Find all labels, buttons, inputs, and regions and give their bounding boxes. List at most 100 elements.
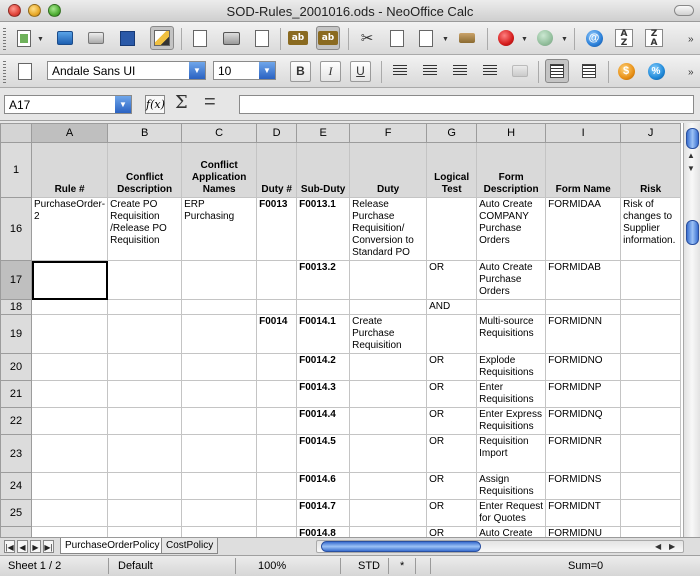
cell-d25[interactable] [256, 499, 298, 527]
first-sheet-icon[interactable]: |◀ [4, 540, 15, 553]
row-header[interactable]: 26 [0, 526, 32, 537]
row-header[interactable]: 24 [0, 472, 32, 500]
new-document-button[interactable] [12, 26, 36, 50]
percent-format-button[interactable]: % [644, 59, 668, 83]
cell-b26[interactable] [107, 526, 183, 537]
cell-c21[interactable] [181, 380, 258, 408]
cell-h17[interactable]: Auto Create Purchase Orders [476, 260, 547, 300]
cell-c23[interactable] [181, 434, 258, 473]
cell-e16[interactable]: F0013.1 [296, 197, 351, 261]
redo-button[interactable] [533, 26, 557, 50]
column-header-e[interactable]: E [296, 123, 351, 143]
name-box[interactable]: A17 ▼ [4, 95, 132, 114]
align-left-button[interactable] [388, 59, 412, 83]
vertical-scroll-thumb[interactable] [686, 220, 699, 245]
bold-button[interactable]: B [290, 61, 311, 82]
scroll-left-arrow-icon[interactable]: ◀ [655, 541, 661, 552]
justify-button[interactable] [478, 59, 502, 83]
cell-a22[interactable] [30, 407, 109, 435]
cell-j26[interactable] [620, 526, 682, 537]
chevron-down-icon[interactable]: ▼ [259, 62, 275, 79]
cell-g20[interactable]: OR [426, 353, 478, 381]
cell-i18[interactable] [545, 299, 622, 315]
cell-i22[interactable]: FORMIDNQ [545, 407, 622, 435]
header-cell[interactable]: Sub-Duty [296, 142, 351, 198]
cell-a18[interactable] [30, 299, 109, 315]
copy-button[interactable] [385, 26, 409, 50]
cell-c24[interactable] [181, 472, 258, 500]
cell-f26[interactable] [349, 526, 428, 537]
column-header-d[interactable]: D [256, 123, 298, 143]
cell-c18[interactable] [181, 299, 258, 315]
cell-g22[interactable]: OR [426, 407, 478, 435]
wrap-text-button[interactable] [545, 59, 569, 83]
cell-g16[interactable] [426, 197, 478, 261]
cell-e19[interactable]: F0014.1 [296, 314, 351, 354]
cell-g24[interactable]: OR [426, 472, 478, 500]
cell-c16[interactable]: ERP Purchasing [181, 197, 258, 261]
header-cell[interactable]: Conflict Description [107, 142, 183, 198]
cell-a25[interactable] [30, 499, 109, 527]
cell-e22[interactable]: F0014.4 [296, 407, 351, 435]
cell-h20[interactable]: Explode Requisitions [476, 353, 547, 381]
cell-j21[interactable] [620, 380, 682, 408]
vertical-align-button[interactable] [577, 59, 601, 83]
merge-cells-button[interactable] [508, 59, 532, 83]
toolbar-grip-icon[interactable] [3, 61, 6, 83]
cell-e18[interactable] [296, 299, 351, 315]
cell-a19[interactable] [30, 314, 109, 354]
cell-j20[interactable] [620, 353, 682, 381]
page-style-status[interactable]: Default [118, 560, 153, 572]
toolbar-toggle-button[interactable] [674, 5, 694, 16]
cell-g19[interactable] [426, 314, 478, 354]
cell-j22[interactable] [620, 407, 682, 435]
cell-c26[interactable] [181, 526, 258, 537]
paste-dropdown-icon[interactable]: ▼ [442, 36, 449, 43]
cell-b21[interactable] [107, 380, 183, 408]
cell-c17[interactable] [181, 260, 258, 300]
align-center-button[interactable] [418, 59, 442, 83]
cell-c20[interactable] [181, 353, 258, 381]
function-button[interactable]: = [204, 91, 216, 114]
header-cell[interactable]: Form Name [545, 142, 622, 198]
cell-c22[interactable] [181, 407, 258, 435]
autospellcheck-button[interactable]: ab [316, 26, 340, 50]
cell-g21[interactable]: OR [426, 380, 478, 408]
cell-i19[interactable]: FORMIDNN [545, 314, 622, 354]
sheet-tab-costpolicy[interactable]: CostPolicy [161, 538, 219, 554]
cell-f21[interactable] [349, 380, 428, 408]
horizontal-scroll-thumb[interactable] [321, 541, 481, 552]
cell-b23[interactable] [107, 434, 183, 473]
row-header[interactable]: 20 [0, 353, 32, 381]
cell-j17[interactable] [620, 260, 682, 300]
cell-i21[interactable]: FORMIDNP [545, 380, 622, 408]
underline-button[interactable]: U [350, 61, 371, 82]
spellcheck-button[interactable]: ab [286, 26, 310, 50]
cell-a21[interactable] [30, 380, 109, 408]
cell-h16[interactable]: Auto Create COMPANY Purchase Orders [476, 197, 547, 261]
cell-d26[interactable] [256, 526, 298, 537]
toolbar-overflow-icon[interactable]: » [688, 67, 694, 78]
cell-g25[interactable]: OR [426, 499, 478, 527]
header-cell[interactable]: Conflict Application Names [181, 142, 258, 198]
cell-a17[interactable] [30, 260, 109, 300]
undo-button[interactable] [494, 26, 518, 50]
cell-j18[interactable] [620, 299, 682, 315]
cell-e23[interactable]: F0014.5 [296, 434, 351, 473]
cell-h24[interactable]: Assign Requisitions [476, 472, 547, 500]
cell-b25[interactable] [107, 499, 183, 527]
print-button[interactable] [219, 26, 243, 50]
cell-i16[interactable]: FORMIDAA [545, 197, 622, 261]
chevron-down-icon[interactable]: ▼ [189, 62, 205, 79]
font-size-select[interactable]: 10 ▼ [213, 61, 276, 80]
cell-h26[interactable]: Auto Create Request for Quotes [476, 526, 547, 537]
cell-e21[interactable]: F0014.3 [296, 380, 351, 408]
cell-f19[interactable]: Create Purchase Requisition [349, 314, 428, 354]
cell-h18[interactable] [476, 299, 547, 315]
column-header-f[interactable]: F [349, 123, 428, 143]
cell-e20[interactable]: F0014.2 [296, 353, 351, 381]
cell-j16[interactable]: Risk of changes to Supplier information. [620, 197, 682, 261]
cell-h23[interactable]: Requisition Import [476, 434, 547, 473]
chevron-down-icon[interactable]: ▼ [115, 96, 131, 113]
zoom-status[interactable]: 100% [258, 560, 286, 572]
